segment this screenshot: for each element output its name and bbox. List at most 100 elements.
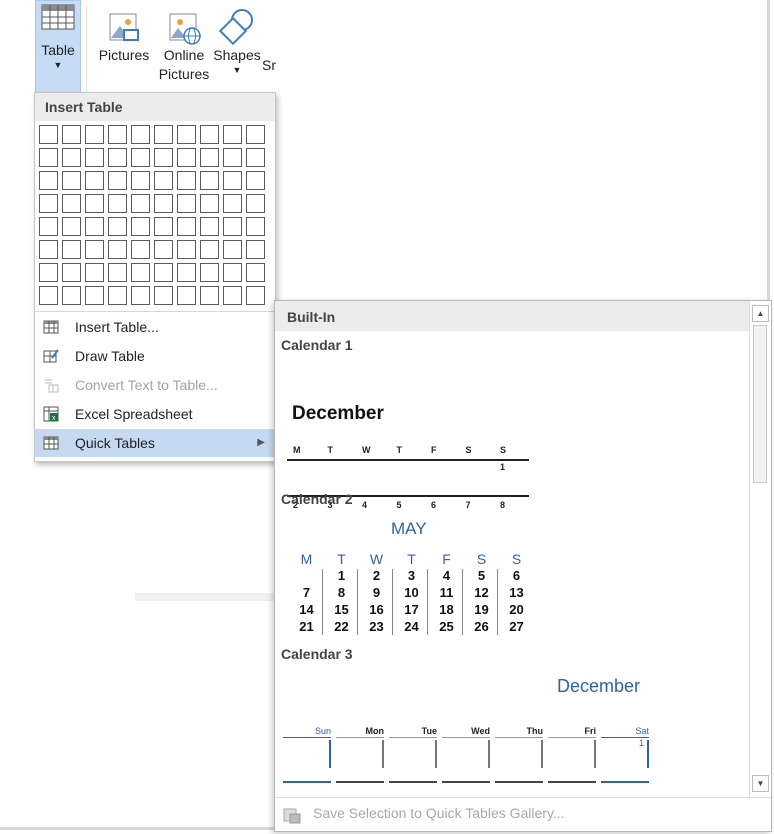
table-grid-cell[interactable]	[223, 125, 242, 144]
menu-item-convert-text[interactable]: Convert Text to Table...	[35, 371, 275, 399]
table-grid-cell[interactable]	[177, 286, 196, 305]
table-grid-cell[interactable]	[154, 240, 173, 259]
table-grid-cell[interactable]	[200, 171, 219, 190]
gallery-item-calendar-3[interactable]: Calendar 3 December Sun Mon Tue Wed Thu Fri Sa…	[275, 301, 749, 783]
table-grid-cell[interactable]	[108, 171, 127, 190]
table-grid-cell[interactable]	[39, 263, 58, 282]
table-grid-cell[interactable]	[85, 217, 104, 236]
table-grid-cell[interactable]	[62, 148, 81, 167]
table-grid-cell[interactable]	[223, 240, 242, 259]
table-button[interactable]: Table ▼	[35, 0, 81, 94]
table-grid-cell[interactable]	[39, 194, 58, 213]
scrollbar-thumb[interactable]	[753, 325, 767, 483]
menu-item-excel-spreadsheet[interactable]: x Excel Spreadsheet	[35, 400, 275, 428]
smartart-button[interactable]: Sr	[262, 0, 276, 75]
table-grid-cell[interactable]	[62, 194, 81, 213]
table-grid-cell[interactable]	[108, 125, 127, 144]
table-grid-cell[interactable]	[246, 171, 265, 190]
table-grid-cell[interactable]	[223, 194, 242, 213]
save-selection-item[interactable]: Save Selection to Quick Tables Gallery..…	[275, 797, 771, 831]
table-grid-cell[interactable]	[177, 125, 196, 144]
table-grid-cell[interactable]	[131, 125, 150, 144]
table-grid-cell[interactable]	[108, 240, 127, 259]
table-grid-cell[interactable]	[154, 217, 173, 236]
day-header: F	[431, 445, 437, 455]
table-grid-cell[interactable]	[246, 194, 265, 213]
table-grid-cell[interactable]	[154, 148, 173, 167]
table-grid-cell[interactable]	[223, 148, 242, 167]
scroll-down-icon[interactable]: ▼	[752, 775, 769, 792]
table-grid-cell[interactable]	[177, 194, 196, 213]
table-grid-cell[interactable]	[177, 263, 196, 282]
table-grid-cell[interactable]	[131, 217, 150, 236]
table-grid-cell[interactable]	[246, 263, 265, 282]
table-grid-cell[interactable]	[62, 217, 81, 236]
table-grid-cell[interactable]	[108, 286, 127, 305]
table-grid-cell[interactable]	[154, 286, 173, 305]
table-grid-cell[interactable]	[200, 194, 219, 213]
table-grid-cell[interactable]	[39, 217, 58, 236]
table-grid-cell[interactable]	[131, 194, 150, 213]
menu-item-quick-tables[interactable]: Quick Tables ▶	[35, 429, 275, 457]
table-grid-cell[interactable]	[85, 240, 104, 259]
table-grid-cell[interactable]	[246, 240, 265, 259]
table-grid-cell[interactable]	[108, 263, 127, 282]
table-grid-cell[interactable]	[200, 217, 219, 236]
table-grid-cell[interactable]	[62, 171, 81, 190]
pictures-button[interactable]: Pictures	[96, 0, 152, 65]
table-grid-cell[interactable]	[200, 263, 219, 282]
table-grid-cell[interactable]	[200, 286, 219, 305]
table-grid-cell[interactable]	[85, 263, 104, 282]
scroll-up-icon[interactable]: ▲	[752, 305, 769, 322]
day-number: 11	[439, 585, 454, 600]
table-grid-cell[interactable]	[154, 194, 173, 213]
table-grid-cell[interactable]	[154, 125, 173, 144]
table-grid-cell[interactable]	[131, 148, 150, 167]
table-grid-cell[interactable]	[177, 240, 196, 259]
table-grid-cell[interactable]	[154, 263, 173, 282]
table-grid-cell[interactable]	[85, 125, 104, 144]
table-grid-cell[interactable]	[108, 148, 127, 167]
table-grid-cell[interactable]	[85, 171, 104, 190]
shapes-button[interactable]: Shapes ▼	[212, 0, 262, 75]
table-grid-cell[interactable]	[108, 194, 127, 213]
table-grid-cell[interactable]	[200, 148, 219, 167]
table-grid-cell[interactable]	[62, 286, 81, 305]
online-pictures-button[interactable]: Online Pictures	[158, 0, 210, 84]
table-grid-cell[interactable]	[177, 148, 196, 167]
table-grid-cell[interactable]	[39, 148, 58, 167]
table-grid-cell[interactable]	[131, 263, 150, 282]
menu-item-draw-table[interactable]: Draw Table	[35, 342, 275, 370]
table-grid-cell[interactable]	[39, 286, 58, 305]
table-grid-cell[interactable]	[108, 217, 127, 236]
table-grid-cell[interactable]	[200, 240, 219, 259]
table-grid-cell[interactable]	[223, 263, 242, 282]
table-grid-cell[interactable]	[62, 125, 81, 144]
table-grid-cell[interactable]	[131, 286, 150, 305]
table-grid-cell[interactable]	[246, 217, 265, 236]
table-grid-cell[interactable]	[177, 171, 196, 190]
table-size-grid[interactable]	[39, 125, 265, 305]
table-grid-cell[interactable]	[154, 171, 173, 190]
table-grid-cell[interactable]	[246, 286, 265, 305]
table-grid-cell[interactable]	[223, 217, 242, 236]
table-grid-cell[interactable]	[85, 194, 104, 213]
table-grid-cell[interactable]	[200, 125, 219, 144]
gallery-scrollbar[interactable]: ▲ ▼	[749, 301, 771, 797]
table-grid-cell[interactable]	[39, 125, 58, 144]
menu-item-insert-table[interactable]: Insert Table...	[35, 313, 275, 341]
gallery-item-calendar-1[interactable]: Calendar 1 December MTWTFSS 1 2345678	[275, 331, 749, 510]
table-grid-cell[interactable]	[62, 263, 81, 282]
table-grid-cell[interactable]	[177, 217, 196, 236]
table-grid-cell[interactable]	[246, 148, 265, 167]
table-grid-cell[interactable]	[223, 286, 242, 305]
table-grid-cell[interactable]	[85, 286, 104, 305]
table-grid-cell[interactable]	[223, 171, 242, 190]
table-grid-cell[interactable]	[131, 171, 150, 190]
table-grid-cell[interactable]	[85, 148, 104, 167]
table-grid-cell[interactable]	[62, 240, 81, 259]
table-grid-cell[interactable]	[131, 240, 150, 259]
table-grid-cell[interactable]	[246, 125, 265, 144]
table-grid-cell[interactable]	[39, 240, 58, 259]
table-grid-cell[interactable]	[39, 171, 58, 190]
